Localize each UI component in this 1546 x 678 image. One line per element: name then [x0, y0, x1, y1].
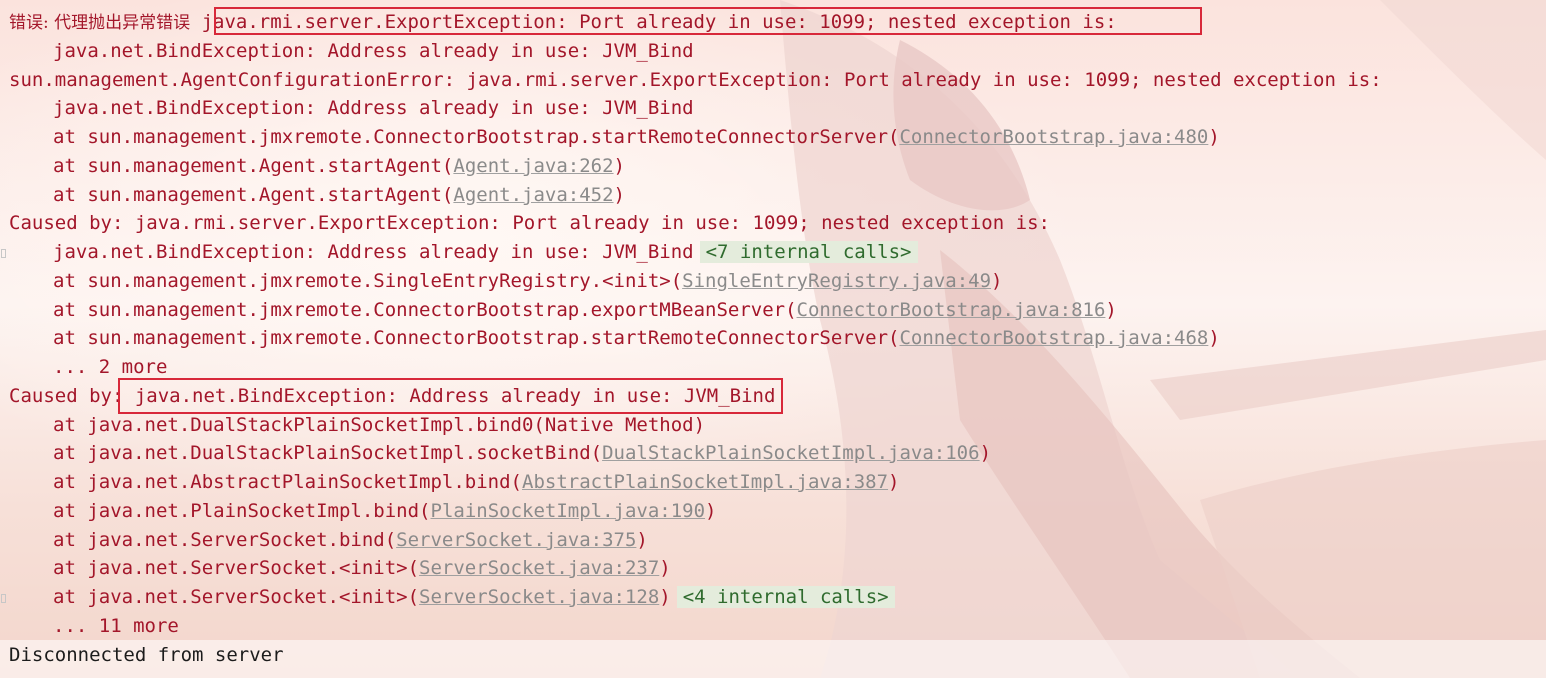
- exception-text: java.net.BindException: Address already …: [53, 241, 694, 263]
- source-link[interactable]: ConnectorBootstrap.java:480: [899, 126, 1208, 148]
- stack-frame-method: at sun.management.Agent.startAgent(: [53, 155, 454, 177]
- source-link[interactable]: ServerSocket.java:375: [396, 529, 636, 551]
- stack-frame-method: at sun.management.Agent.startAgent(: [53, 184, 454, 206]
- console-line-caused-by: Caused by: java.rmi.server.ExportExcepti…: [9, 212, 1050, 234]
- stack-frame: at java.net.AbstractPlainSocketImpl.bind…: [53, 468, 900, 497]
- source-link[interactable]: ServerSocket.java:128: [419, 586, 659, 608]
- stack-frame-close: ): [659, 586, 671, 608]
- stack-frame-method: at java.net.AbstractPlainSocketImpl.bind…: [53, 471, 522, 493]
- stack-frame-method: at java.net.ServerSocket.<init>(: [53, 557, 420, 579]
- source-link[interactable]: Agent.java:262: [453, 155, 613, 177]
- source-link[interactable]: ServerSocket.java:237: [419, 557, 659, 579]
- stack-frame: at java.net.ServerSocket.bind(ServerSock…: [53, 526, 648, 555]
- source-link[interactable]: PlainSocketImpl.java:190: [431, 500, 706, 522]
- stack-frame: at sun.management.jmxremote.ConnectorBoo…: [53, 324, 1220, 353]
- stack-frame-close: ): [1208, 327, 1220, 349]
- stack-frame: at java.net.PlainSocketImpl.bind(PlainSo…: [53, 497, 717, 526]
- console-line-caused-by-bind: Caused by: java.net.BindException: Addre…: [9, 382, 775, 411]
- stack-frame: at java.net.DualStackPlainSocketImpl.bin…: [53, 414, 706, 436]
- stack-frame-method: at java.net.ServerSocket.bind(: [53, 529, 397, 551]
- stack-frame-method: at java.net.DualStackPlainSocketImpl.soc…: [53, 442, 603, 464]
- stack-frame-method: at sun.management.jmxremote.ConnectorBoo…: [53, 327, 900, 349]
- stack-frame: at java.net.DualStackPlainSocketImpl.soc…: [53, 439, 991, 468]
- stack-frame: at sun.management.jmxremote.ConnectorBoo…: [53, 123, 1220, 152]
- exception-text: java.net.BindException: Address already …: [134, 385, 776, 407]
- stack-frame-method: at java.net.ServerSocket.<init>(: [53, 586, 420, 608]
- stack-frame-close: ): [613, 184, 625, 206]
- stack-frame-close: ): [613, 155, 625, 177]
- stack-frame-close: ): [991, 270, 1003, 292]
- stack-frame-close: ): [659, 557, 671, 579]
- stack-frame: at java.net.ServerSocket.<init>(ServerSo…: [53, 554, 671, 583]
- stack-frame: at java.net.ServerSocket.<init>(ServerSo…: [53, 583, 895, 612]
- console-output[interactable]: 错误: 代理抛出异常错误 java.rmi.server.ExportExcep…: [0, 0, 1546, 678]
- console-line-bind-exception: java.net.BindException: Address already …: [53, 238, 918, 267]
- stack-frame-close: ): [636, 529, 648, 551]
- stack-frame-close: ): [1105, 299, 1117, 321]
- console-line-disconnected: Disconnected from server: [9, 644, 284, 666]
- stack-frame-method: at sun.management.jmxremote.ConnectorBoo…: [53, 299, 797, 321]
- stack-frame-close: ): [705, 500, 717, 522]
- stack-frame-close: ): [979, 442, 992, 464]
- fold-marker-icon[interactable]: [1, 594, 6, 603]
- stack-frame: at sun.management.Agent.startAgent(Agent…: [53, 152, 625, 181]
- agent-error-prefix: 错误: 代理抛出异常错误: [9, 13, 191, 33]
- agent-error-message: java.rmi.server.ExportException: Port al…: [190, 11, 1117, 33]
- stack-frame: at sun.management.jmxremote.SingleEntryR…: [53, 267, 1002, 296]
- fold-marker-icon[interactable]: [1, 249, 6, 258]
- stack-frame-close: ): [1208, 126, 1220, 148]
- source-link[interactable]: Agent.java:452: [453, 184, 613, 206]
- console-line-more: ... 2 more: [53, 356, 168, 378]
- stack-frame-close: ): [888, 471, 900, 493]
- console-line-agent-error: 错误: 代理抛出异常错误 java.rmi.server.ExportExcep…: [9, 8, 1117, 37]
- internal-calls-toggle[interactable]: <4 internal calls>: [676, 586, 895, 608]
- console-line-agent-configuration-error: sun.management.AgentConfigurationError: …: [9, 69, 1382, 91]
- stack-frame: at sun.management.Agent.startAgent(Agent…: [53, 181, 625, 210]
- stack-frame-method: at sun.management.jmxremote.ConnectorBoo…: [53, 126, 900, 148]
- source-link[interactable]: DualStackPlainSocketImpl.java:106: [602, 442, 980, 464]
- stack-frame: at sun.management.jmxremote.ConnectorBoo…: [53, 296, 1117, 325]
- stack-frame-method: at sun.management.jmxremote.SingleEntryR…: [53, 270, 683, 292]
- stack-frame-method: at java.net.PlainSocketImpl.bind(: [53, 500, 431, 522]
- console-line-more: ... 11 more: [53, 615, 179, 637]
- source-link[interactable]: ConnectorBootstrap.java:468: [899, 327, 1208, 349]
- console-line-bind-exception: java.net.BindException: Address already …: [53, 40, 694, 62]
- internal-calls-toggle[interactable]: <7 internal calls>: [699, 241, 918, 263]
- console-line-bind-exception: java.net.BindException: Address already …: [53, 97, 694, 119]
- source-link[interactable]: SingleEntryRegistry.java:49: [682, 270, 991, 292]
- source-link[interactable]: ConnectorBootstrap.java:816: [797, 299, 1106, 321]
- source-link[interactable]: AbstractPlainSocketImpl.java:387: [522, 471, 888, 493]
- caused-by-label: Caused by:: [9, 385, 135, 407]
